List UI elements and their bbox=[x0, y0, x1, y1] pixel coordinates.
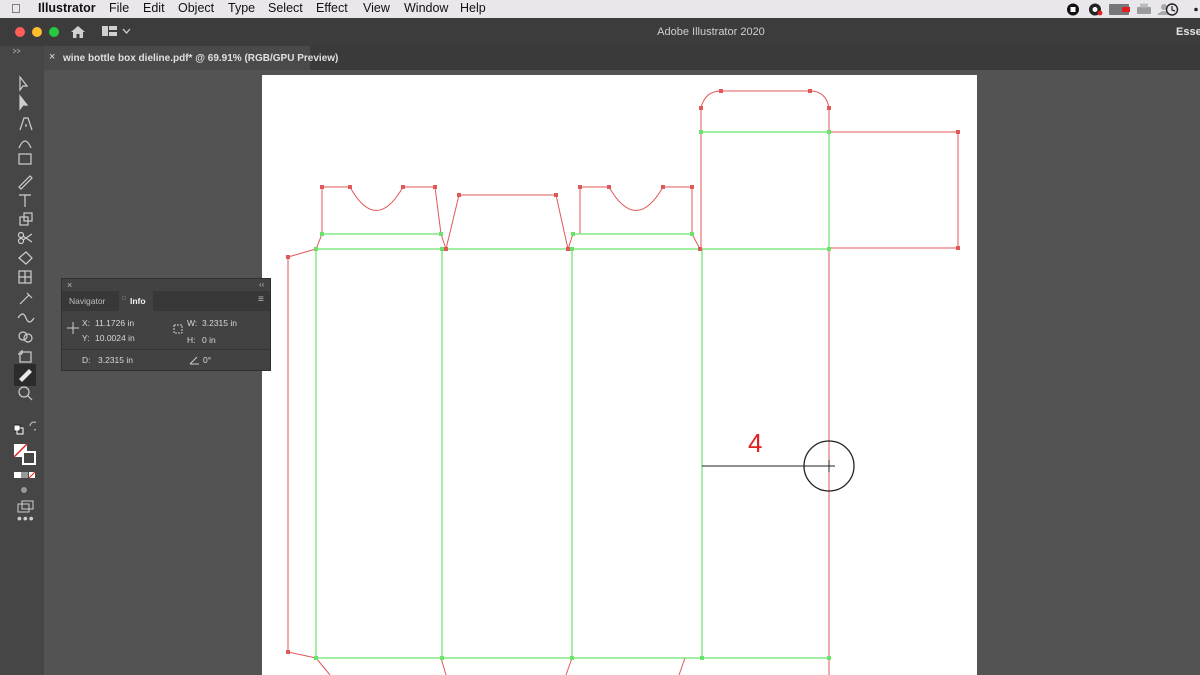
close-panel-icon[interactable]: × bbox=[67, 280, 72, 290]
angle-icon bbox=[189, 356, 199, 365]
tab-info[interactable]: □ Info bbox=[119, 291, 153, 311]
h-value: 0 in bbox=[202, 335, 216, 345]
info-panel: × ‹‹ Navigator □ Info ≡ X: 11.1726 in Y:… bbox=[61, 278, 271, 371]
w-value: 3.2315 in bbox=[202, 318, 237, 328]
y-value: 10.0024 in bbox=[95, 333, 135, 343]
w-label: W: bbox=[187, 318, 198, 328]
y-label: Y: bbox=[82, 333, 90, 343]
annotation-label: 4 bbox=[748, 428, 762, 458]
angle-value: 0° bbox=[203, 355, 212, 365]
collapse-panel-icon[interactable]: ‹‹ bbox=[259, 280, 264, 289]
h-label: H: bbox=[187, 335, 196, 345]
x-label: X: bbox=[82, 318, 91, 328]
measure-line bbox=[702, 440, 855, 492]
anchor-points bbox=[286, 89, 960, 654]
tab-info-label: Info bbox=[130, 296, 146, 306]
panel-divider bbox=[62, 349, 270, 350]
panel-menu-icon[interactable]: ≡ bbox=[258, 294, 264, 305]
cut-lines bbox=[287, 90, 959, 675]
dimensions-icon bbox=[173, 324, 183, 334]
crosshair-icon bbox=[67, 322, 79, 334]
d-value: 3.2315 in bbox=[98, 355, 133, 365]
panel-tab-row: Navigator □ Info ≡ bbox=[62, 291, 270, 311]
fold-lines bbox=[315, 131, 830, 659]
tab-navigator[interactable]: Navigator bbox=[69, 296, 105, 306]
x-value: 11.1726 in bbox=[95, 318, 135, 328]
d-label: D: bbox=[82, 355, 91, 365]
